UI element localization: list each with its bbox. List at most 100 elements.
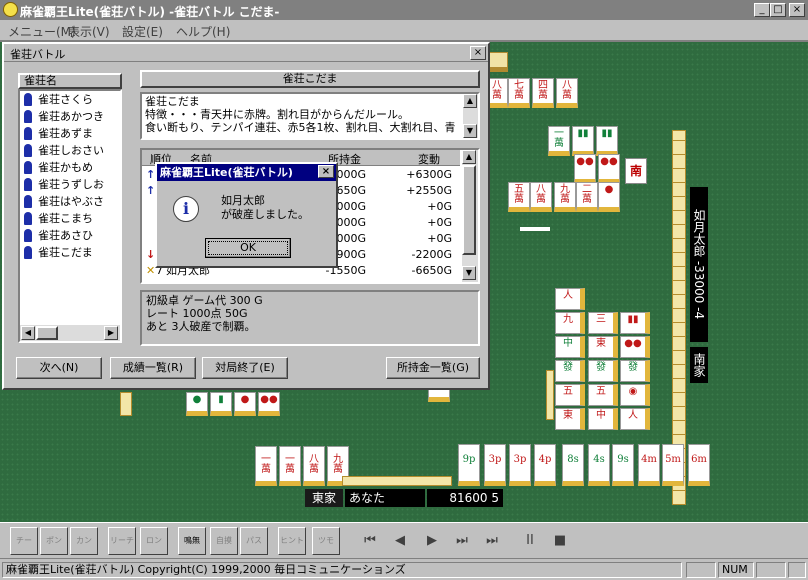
- hint-button[interactable]: ヒント: [278, 527, 306, 555]
- status-num: NUM: [718, 562, 754, 578]
- ok-button[interactable]: OK: [205, 238, 291, 258]
- tile: 發: [588, 360, 618, 382]
- messagebox-close-button[interactable]: ×: [318, 165, 334, 178]
- fast-forward-icon[interactable]: ⏭: [450, 530, 474, 552]
- rank-up-icon: ↑: [146, 184, 156, 197]
- scroll-left-button[interactable]: ◀: [21, 326, 35, 340]
- close-button[interactable]: ×: [789, 3, 805, 17]
- scroll-thumb[interactable]: [462, 165, 476, 255]
- right-player-plate: 如月太郎 -33000 -4: [690, 187, 708, 342]
- scroll-down-button[interactable]: ▼: [463, 124, 477, 138]
- hand-tile[interactable]: 3p: [509, 444, 531, 486]
- person-icon: [24, 93, 32, 106]
- tile: 九: [555, 312, 585, 334]
- messagebox-text: 如月太郎 が破産しました。: [221, 194, 309, 222]
- parlor-item[interactable]: 雀荘かもめ: [20, 159, 120, 176]
- tile: ●●: [574, 154, 596, 184]
- description-scrollbar[interactable]: ▲ ▼: [463, 94, 478, 138]
- parlor-item[interactable]: 雀荘あかつき: [20, 108, 120, 125]
- hand-tile[interactable]: 6m: [688, 444, 710, 486]
- ron-button[interactable]: ロン: [140, 527, 168, 555]
- stop-icon[interactable]: ■: [548, 530, 572, 552]
- tile: 四萬: [532, 78, 554, 108]
- results-button[interactable]: 成績一覧(R): [110, 357, 196, 379]
- scroll-thumb[interactable]: [36, 326, 58, 340]
- title-bar: 麻雀覇王Lite(雀荘バトル) -雀荘バトル こだま- _ □ ×: [0, 0, 808, 20]
- pass-button[interactable]: パス: [240, 527, 268, 555]
- parlor-item[interactable]: 雀荘うずしお: [20, 176, 120, 193]
- step-back-icon[interactable]: ◀: [388, 530, 412, 552]
- chi-button[interactable]: チー: [10, 527, 38, 555]
- parlor-item[interactable]: 雀荘はやぶさ: [20, 193, 120, 210]
- next-button[interactable]: 次へ(N): [16, 357, 102, 379]
- messagebox-titlebar: 麻雀覇王Lite(雀荘バトル) ×: [157, 164, 336, 181]
- parlor-hscrollbar[interactable]: ◀ ▶: [20, 325, 120, 341]
- messagebox-title: 麻雀覇王Lite(雀荘バトル): [160, 166, 293, 179]
- tile: ▮▮: [620, 312, 650, 334]
- maximize-button[interactable]: □: [770, 3, 786, 17]
- money-list-button[interactable]: 所持金一覧(G): [386, 357, 480, 379]
- play-icon[interactable]: ▶: [420, 530, 444, 552]
- menu-help[interactable]: ヘルプ(H): [176, 23, 230, 40]
- person-icon: [24, 127, 32, 140]
- hand-tile[interactable]: 8s: [562, 444, 584, 486]
- tile: 人: [555, 288, 585, 310]
- hand-tile[interactable]: 9s: [612, 444, 634, 486]
- minimize-button[interactable]: _: [754, 3, 770, 17]
- auto-tsumo-button[interactable]: ツモ: [312, 527, 340, 555]
- tile: 二萬: [576, 182, 598, 212]
- pause-icon[interactable]: II: [518, 530, 542, 552]
- menu-menu[interactable]: メニュー(M): [8, 23, 76, 40]
- tile: 五: [588, 384, 618, 406]
- tile: 東: [555, 408, 585, 430]
- person-icon: [24, 144, 32, 157]
- parlor-item[interactable]: 雀荘あずま: [20, 125, 120, 142]
- parlor-item[interactable]: 雀荘こだま: [20, 244, 120, 261]
- header-change[interactable]: 変動: [418, 151, 440, 167]
- parlor-list-header[interactable]: 雀荘名: [18, 73, 122, 89]
- bankrupt-messagebox: 麻雀覇王Lite(雀荘バトル) × i 如月太郎 が破産しました。 OK: [155, 162, 338, 268]
- hand-tile[interactable]: 3p: [484, 444, 506, 486]
- app-icon[interactable]: [3, 2, 18, 17]
- parlor-item[interactable]: 雀荘しおさい: [20, 142, 120, 159]
- scroll-up-button[interactable]: ▲: [463, 94, 477, 108]
- riichi-button[interactable]: リーチ: [108, 527, 136, 555]
- tile: 發: [555, 360, 585, 382]
- parlor-item[interactable]: 雀荘あさひ: [20, 227, 120, 244]
- parlor-item[interactable]: 雀荘こまち: [20, 210, 120, 227]
- parlor-item[interactable]: 雀荘さくら: [20, 91, 120, 108]
- hand-tile[interactable]: 4p: [534, 444, 556, 486]
- person-icon: [24, 178, 32, 191]
- tile: ●: [234, 392, 256, 416]
- player-name: あなた: [345, 489, 425, 507]
- scroll-down-button[interactable]: ▼: [462, 266, 476, 280]
- menu-settings[interactable]: 設定(E): [122, 23, 163, 40]
- scroll-up-button[interactable]: ▲: [462, 150, 476, 164]
- tile: ●●: [258, 392, 280, 416]
- no-call-button[interactable]: 鳴無: [178, 527, 206, 555]
- wall-bottom: [342, 476, 452, 486]
- tile: 中: [588, 408, 618, 430]
- right-player-wind: 南家: [690, 347, 708, 383]
- message-line: 如月太郎: [221, 194, 265, 207]
- tsumo-button[interactable]: 自摸: [210, 527, 238, 555]
- hand-tile[interactable]: 5m: [662, 444, 684, 486]
- bankrupt-icon: ✕: [146, 264, 156, 277]
- menu-view[interactable]: 表示(V): [68, 23, 110, 40]
- rewind-icon[interactable]: ⏮: [358, 530, 382, 552]
- ranking-scrollbar[interactable]: ▲ ▼: [462, 150, 478, 282]
- hand-tile[interactable]: 4m: [638, 444, 660, 486]
- description-line: 特徴・・・青天井に赤牌。割れ目がからんだルール。: [145, 108, 409, 121]
- kan-button[interactable]: カン: [70, 527, 98, 555]
- status-field-empty: [756, 562, 786, 578]
- dialog-close-button[interactable]: ×: [470, 46, 486, 60]
- parlor-list[interactable]: 雀荘さくら 雀荘あかつき 雀荘あずま 雀荘しおさい 雀荘かもめ 雀荘うずしお 雀…: [18, 89, 122, 343]
- player-wind: 東家: [305, 489, 343, 507]
- scroll-right-button[interactable]: ▶: [104, 326, 118, 340]
- hand-tile[interactable]: 9p: [458, 444, 480, 486]
- tile: ●●: [598, 154, 620, 184]
- end-game-button[interactable]: 対局終了(E): [202, 357, 288, 379]
- hand-tile[interactable]: 4s: [588, 444, 610, 486]
- pon-button[interactable]: ポン: [40, 527, 68, 555]
- skip-end-icon[interactable]: ⏭: [480, 530, 504, 552]
